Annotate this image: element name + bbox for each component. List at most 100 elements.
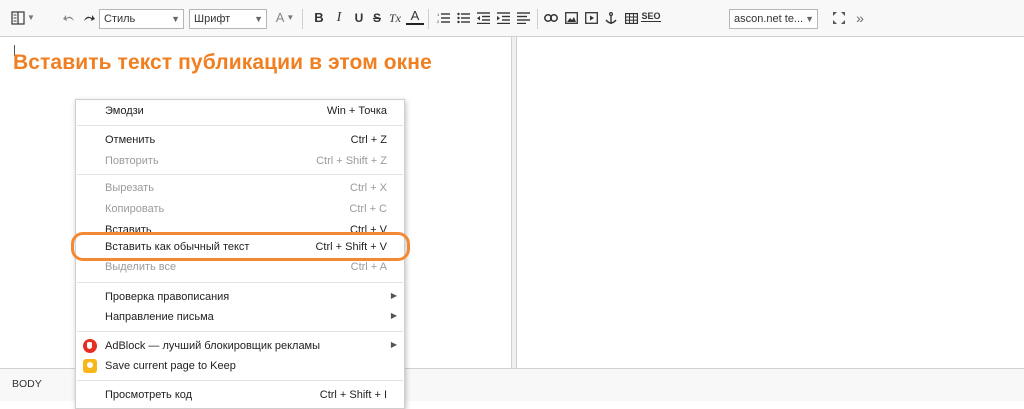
menu-separator (77, 331, 403, 332)
menu-item-label: Эмодзи (105, 105, 144, 117)
keep-icon (83, 359, 97, 373)
table-button[interactable] (622, 8, 640, 28)
align-button[interactable] (514, 8, 532, 28)
menu-item-label: Вырезать (105, 182, 154, 194)
menu-item-label: Save current page to Keep (105, 360, 236, 372)
menu-item-label: Вставить (105, 224, 152, 236)
source-view-icon (11, 11, 25, 25)
media-button[interactable] (582, 8, 600, 28)
submenu-arrow-icon: ▶ (390, 340, 397, 349)
increase-indent-icon (496, 12, 510, 24)
preview-area (517, 37, 1024, 368)
menu-item-shortcut: Ctrl + C (349, 203, 387, 215)
menu-item-shortcut: Ctrl + Z (350, 134, 387, 146)
adblock-icon (83, 339, 97, 353)
bulleted-list-button[interactable] (454, 8, 472, 28)
svg-text:2: 2 (437, 19, 440, 24)
menu-item-spellcheck[interactable]: Проверка правописания ▶ (76, 287, 406, 309)
underline-button[interactable]: U (350, 8, 368, 28)
seo-icon: SEO (641, 10, 661, 22)
menu-item-shortcut: Ctrl + Shift + I (319, 389, 387, 401)
toolbar-separator (428, 9, 429, 29)
menu-item-label: Проверка правописания (105, 291, 230, 303)
bulleted-list-icon (456, 12, 470, 24)
italic-button[interactable]: I (330, 8, 348, 28)
submenu-arrow-icon: ▶ (390, 291, 397, 300)
editor-heading: Вставить текст публикации в этом окне (13, 51, 432, 74)
menu-item-save-to-keep[interactable]: Save current page to Keep (76, 356, 406, 378)
seo-button[interactable]: SEO (640, 6, 662, 26)
element-path[interactable]: BODY (12, 378, 42, 390)
context-menu: Эмодзи Win + Точка Отменить Ctrl + Z Пов… (75, 99, 405, 409)
decrease-indent-icon (476, 12, 490, 24)
menu-separator (77, 380, 403, 381)
menu-item-redo: Повторить Ctrl + Shift + Z (76, 151, 406, 173)
menu-item-shortcut: Ctrl + V (350, 224, 387, 236)
editor-toolbar: ▼ Стиль ▼ Шрифт ▼ A ▼ B I U S Tx A 12 SE… (0, 0, 1024, 37)
font-combo[interactable]: Шрифт ▼ (189, 9, 267, 29)
style-combo[interactable]: Стиль ▼ (99, 9, 184, 29)
menu-item-select-all: Выделить все Ctrl + A (76, 257, 406, 279)
svg-text:1: 1 (437, 12, 440, 17)
link-icon (544, 14, 558, 22)
remove-format-button[interactable]: Tx (386, 8, 404, 28)
menu-item-emoji[interactable]: Эмодзи Win + Точка (76, 101, 406, 123)
font-size-icon: A (275, 10, 285, 25)
template-combo[interactable]: ascon.net te... ▼ (729, 9, 818, 29)
menu-item-label: Вставить как обычный текст (105, 241, 250, 253)
menu-item-label: Отменить (105, 134, 156, 146)
fullscreen-icon (833, 12, 845, 24)
menu-item-shortcut: Win + Точка (326, 105, 387, 117)
source-view-button[interactable]: ▼ (10, 8, 36, 28)
menu-item-inspect[interactable]: Просмотреть код Ctrl + Shift + I (76, 385, 406, 407)
undo-icon (63, 15, 74, 21)
bold-button[interactable]: B (310, 8, 328, 28)
link-button[interactable] (542, 8, 560, 28)
image-button[interactable] (562, 8, 580, 28)
menu-item-shortcut: Ctrl + A (350, 261, 387, 273)
chevron-down-icon: ▼ (27, 13, 35, 22)
font-size-button[interactable]: A ▼ (273, 8, 297, 28)
increase-indent-button[interactable] (494, 8, 512, 28)
menu-item-label: Направление письма (105, 311, 214, 323)
toolbar-separator (302, 9, 303, 29)
toolbar-separator (537, 9, 538, 29)
text-color-button[interactable]: A (406, 8, 424, 25)
menu-item-label: AdBlock — лучший блокировщик рекламы (105, 340, 321, 352)
menu-item-undo[interactable]: Отменить Ctrl + Z (76, 130, 406, 152)
menu-separator (77, 174, 403, 175)
anchor-icon (605, 11, 617, 24)
menu-item-adblock[interactable]: AdBlock — лучший блокировщик рекламы ▶ (76, 336, 406, 358)
menu-item-label: Просмотреть код (105, 389, 193, 401)
table-icon (624, 12, 638, 24)
strike-button[interactable]: S (368, 8, 386, 28)
submenu-arrow-icon: ▶ (390, 311, 397, 320)
font-combo-value: Шрифт (194, 13, 231, 25)
image-icon (564, 12, 578, 24)
anchor-button[interactable] (602, 8, 620, 28)
menu-item-label: Выделить все (105, 261, 177, 273)
undo-button[interactable] (60, 8, 78, 28)
decrease-indent-button[interactable] (474, 8, 492, 28)
menu-item-copy: Копировать Ctrl + C (76, 199, 406, 221)
menu-separator (77, 282, 403, 283)
numbered-list-icon: 12 (437, 12, 450, 24)
menu-separator (77, 125, 403, 126)
media-icon (584, 12, 598, 24)
chevron-down-icon: ▼ (171, 14, 180, 24)
fullscreen-button[interactable] (830, 8, 848, 28)
menu-item-cut: Вырезать Ctrl + X (76, 178, 406, 200)
chevron-down-icon: ▼ (805, 14, 814, 24)
menu-item-shortcut: Ctrl + Shift + V (315, 241, 387, 253)
chevron-down-icon: ▼ (286, 13, 295, 22)
menu-item-text-direction[interactable]: Направление письма ▶ (76, 307, 406, 329)
more-button[interactable]: » (851, 8, 869, 28)
chevron-down-icon: ▼ (254, 14, 263, 24)
numbered-list-button[interactable]: 12 (434, 8, 452, 28)
align-icon (516, 12, 530, 24)
redo-button[interactable] (80, 8, 98, 28)
menu-item-paste-plain-text[interactable]: Вставить как обычный текст Ctrl + Shift … (76, 237, 406, 259)
menu-item-label: Повторить (105, 155, 159, 167)
template-combo-value: ascon.net te... (734, 13, 804, 25)
style-combo-value: Стиль (104, 13, 136, 25)
